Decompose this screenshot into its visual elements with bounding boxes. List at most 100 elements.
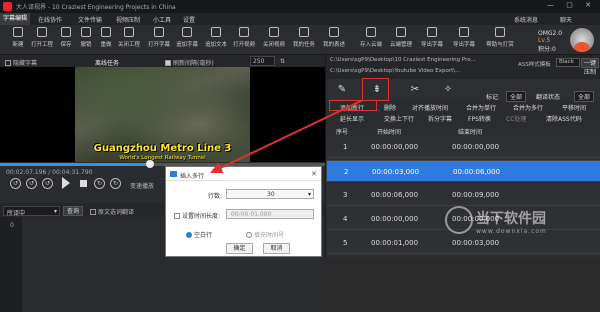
table-row[interactable]: 3 00:00:06,000 00:00:09,000 bbox=[326, 184, 600, 206]
ass-template-label: ASS样式模板 bbox=[518, 62, 551, 68]
save-cloud-button[interactable]: 存入云端 bbox=[357, 27, 385, 48]
close-icon[interactable]: ✕ bbox=[311, 170, 317, 178]
row-start-time: 00:00:06,000 bbox=[371, 191, 419, 199]
search-button[interactable]: 查询 bbox=[63, 206, 83, 216]
mark-select[interactable]: 全部 bbox=[506, 91, 527, 102]
seek-handle[interactable] bbox=[145, 160, 154, 168]
radio-icon bbox=[186, 232, 192, 238]
window-controls[interactable]: — ▢ ✕ bbox=[547, 1, 596, 9]
video-toolbar: 隐藏字幕 离线任务 刷新间隔(毫秒) 250 ⇅ bbox=[0, 55, 325, 67]
duration-input[interactable]: 00:00:01,000 bbox=[226, 209, 314, 219]
ok-button[interactable]: 确定 bbox=[226, 243, 253, 254]
col-end: 结束时间 bbox=[458, 129, 483, 136]
table-row[interactable]: 1 00:00:00,000 00:00:00,000 bbox=[326, 136, 600, 158]
row-number: 3 bbox=[343, 191, 348, 199]
fps-convert-button[interactable]: FPS转换 bbox=[468, 114, 491, 123]
step-back-icon[interactable]: ↺ bbox=[42, 178, 53, 189]
menu-file-transfer[interactable]: 文件传输 bbox=[78, 15, 102, 24]
path-bar: C:\Users\sgP9\Desktop\10 Craziest Engine… bbox=[326, 55, 600, 79]
expression-icon bbox=[329, 27, 339, 37]
close-project-icon bbox=[124, 27, 134, 37]
chevron-down-icon: ▾ bbox=[53, 208, 57, 215]
menu-settings[interactable]: 设置 bbox=[183, 15, 195, 24]
row-number: 5 bbox=[343, 239, 348, 247]
cc-process-button[interactable]: CC处理 bbox=[506, 114, 526, 123]
radio-fill-time[interactable]: 填充时间号 bbox=[246, 230, 284, 239]
ass-template-select[interactable]: Black bbox=[556, 58, 580, 67]
rewind-icon[interactable]: ↺ bbox=[10, 178, 21, 189]
split-subtitle-button[interactable]: 拆分字幕 bbox=[428, 114, 452, 123]
table-row[interactable]: 5 00:00:01,000 00:00:03,000 bbox=[326, 232, 600, 254]
hide-subtitle-toggle[interactable]: 隐藏字幕 bbox=[5, 58, 37, 67]
menu-subtitle-edit[interactable]: 字幕编辑 bbox=[0, 13, 31, 25]
my-expression-button[interactable]: 我的表述 bbox=[320, 27, 348, 48]
watermark: 当下软件园 www.downxia.com bbox=[476, 211, 547, 235]
menu-system-messages[interactable]: 系统消息 bbox=[514, 15, 538, 24]
delete-button[interactable]: 删除 bbox=[384, 103, 396, 112]
swap-rows-button[interactable]: 交换上下行 bbox=[384, 114, 414, 123]
tasks-icon bbox=[299, 27, 309, 37]
close-video-icon bbox=[269, 27, 279, 37]
radio-blank-row[interactable]: 空白行 bbox=[186, 230, 212, 239]
checkbox-icon bbox=[165, 60, 171, 66]
user-points: 积分:0 bbox=[538, 46, 556, 53]
variable-speed-button[interactable]: 变速播放 bbox=[130, 181, 154, 190]
refresh-interval-input[interactable]: 250 bbox=[250, 56, 275, 66]
rows-input[interactable]: 30 ▾ bbox=[226, 189, 314, 199]
back-icon[interactable]: ↺ bbox=[26, 178, 37, 189]
refresh-toggle[interactable]: 刷新间隔(毫秒) bbox=[165, 58, 214, 67]
insert-rows-dialog: 插入多行 ✕ 行数: 30 ▾ 设置时间长度: 00:00:01,000 空白行 … bbox=[165, 166, 322, 257]
play-icon[interactable] bbox=[62, 177, 70, 189]
user-info: OMG2.0 Lv.5 积分:0 bbox=[538, 30, 562, 53]
refresh-stepper-icon[interactable]: ⇅ bbox=[280, 58, 285, 65]
my-tasks-button[interactable]: 我的任务 bbox=[290, 27, 318, 48]
export-icon bbox=[427, 27, 437, 37]
table-row[interactable]: 2 00:00:03,000 00:00:06,000 bbox=[326, 160, 600, 182]
tools-icon[interactable]: ✂ bbox=[408, 83, 422, 97]
checkbox-icon bbox=[90, 209, 96, 215]
menu-online-collab[interactable]: 在线协作 bbox=[38, 15, 62, 24]
avatar[interactable] bbox=[570, 28, 594, 52]
merge-single-button[interactable]: 合并为单行 bbox=[466, 103, 496, 112]
cancel-button[interactable]: 取消 bbox=[263, 243, 290, 254]
stop-icon[interactable] bbox=[80, 180, 87, 187]
duration-toggle[interactable]: 设置时间长度: bbox=[174, 211, 220, 220]
append-icon bbox=[182, 27, 192, 37]
shift-time-button[interactable]: 平移时间 bbox=[562, 103, 586, 112]
row-number: 4 bbox=[343, 215, 348, 223]
extend-display-button[interactable]: 延长显示 bbox=[340, 114, 364, 123]
highlight-box-icon-tab bbox=[362, 78, 389, 101]
col-start: 开始时间 bbox=[377, 129, 402, 136]
open-video-button[interactable]: 打开视频 bbox=[230, 27, 258, 48]
menu-tools[interactable]: 小工具 bbox=[153, 15, 171, 24]
pencil-icon[interactable]: ✎ bbox=[335, 83, 349, 97]
append-text-button[interactable]: 追加文本 bbox=[202, 27, 230, 48]
export-subtitle-2-button[interactable]: 导出字幕 bbox=[450, 27, 478, 48]
menu-video-compress[interactable]: 视频压制 bbox=[116, 15, 140, 24]
redo-icon bbox=[101, 27, 111, 37]
main-toolbar: 新建 打开工程 保存 撤销 重做 关闭工程 打开字幕 追加字幕 追加文本 打开视… bbox=[0, 25, 600, 55]
skip-forward-icon[interactable]: ↻ bbox=[110, 178, 121, 189]
forward-icon[interactable]: ↻ bbox=[94, 178, 105, 189]
filter-select[interactable]: 所译中 ▾ bbox=[3, 206, 60, 217]
help-donate-button[interactable]: 帮助与打赏 bbox=[483, 27, 517, 48]
translate-status-select[interactable]: 全部 bbox=[574, 91, 595, 102]
close-video-button[interactable]: 关闭视频 bbox=[260, 27, 288, 48]
one-click-compress-button[interactable]: 一键压制 bbox=[581, 58, 599, 76]
magic-wand-icon[interactable]: ✧ bbox=[441, 83, 455, 97]
open-subtitle-button[interactable]: 打开字幕 bbox=[145, 27, 173, 48]
menu-chat[interactable]: 聊天 bbox=[560, 15, 572, 24]
mark-label: 标记 bbox=[486, 94, 499, 101]
merge-multi-button[interactable]: 合并为多行 bbox=[513, 103, 543, 112]
export-subtitle-button[interactable]: 导出字幕 bbox=[418, 27, 446, 48]
user-level: Lv.5 bbox=[538, 37, 551, 44]
original-translate-toggle[interactable]: 原文选词翻译 bbox=[90, 207, 134, 216]
align-time-button[interactable]: 对齐播放时间 bbox=[412, 103, 448, 112]
close-project-button[interactable]: 关闭工程 bbox=[115, 27, 143, 48]
clear-ass-button[interactable]: 清除ASS代码 bbox=[546, 114, 582, 123]
append-subtitle-button[interactable]: 追加字幕 bbox=[173, 27, 201, 48]
help-icon bbox=[495, 27, 505, 37]
subtitle-main: Guangzhou Metro Line 3 bbox=[93, 143, 232, 154]
checkbox-icon bbox=[174, 213, 180, 219]
cloud-manage-button[interactable]: 云端管理 bbox=[387, 27, 415, 48]
